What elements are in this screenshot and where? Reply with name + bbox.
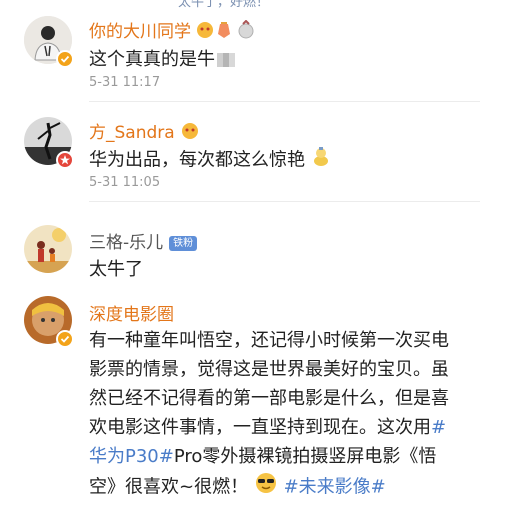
comment-text-content: 太牛了 [89, 259, 143, 280]
divider [89, 201, 480, 202]
figure-emoji-icon [311, 145, 331, 176]
badge-icon [180, 121, 200, 146]
comment-text: 华为出品，每次都这么惊艳 [89, 145, 499, 176]
comment-text-content: 这个真真的是牛 [89, 49, 215, 70]
cool-sunglasses-emoji-icon [254, 471, 278, 504]
username-label[interactable]: 深度电影圈 [89, 305, 174, 325]
username-label[interactable]: 三格-乐儿 [89, 233, 163, 253]
comment-time: 5-31 11:17 [89, 75, 161, 90]
verified-badge-icon [56, 151, 74, 169]
username-label[interactable]: 方_Sandra [89, 123, 175, 143]
comment-text-content: 有一种童年叫悟空，还记得小时候第一次买电影票的情景，觉得这是世界最美好的宝贝。虽… [89, 330, 449, 438]
verified-badge-icon [56, 330, 74, 348]
username-label[interactable]: 你的大川同学 [89, 22, 191, 42]
fan-badge: 铁粉 [169, 235, 198, 251]
clipped-top-text: 太牛了，好燃！ [178, 0, 270, 10]
comment-username[interactable]: 方_Sandra [89, 118, 200, 146]
verified-badge-icon [56, 50, 74, 68]
comment-text: 太牛了 [89, 255, 499, 284]
comment-text-content: 华为出品，每次都这么惊艳 [89, 149, 305, 171]
comment-username[interactable]: 深度电影圈 [89, 300, 174, 325]
comment-text: 有一种童年叫悟空，还记得小时候第一次买电影票的情景，觉得这是世界最美好的宝贝。虽… [89, 326, 459, 504]
hashtag-link[interactable]: #未来影像# [284, 477, 386, 498]
blurred-text [217, 53, 235, 67]
divider [89, 101, 480, 102]
comment-username[interactable]: 三格-乐儿 铁粉 [89, 228, 198, 253]
badge-icon [196, 19, 258, 45]
comment-time: 5-31 11:05 [89, 175, 161, 190]
avatar[interactable] [24, 225, 72, 273]
comment-username[interactable]: 你的大川同学 [89, 17, 258, 45]
comment-text: 这个真真的是牛 [89, 45, 499, 74]
